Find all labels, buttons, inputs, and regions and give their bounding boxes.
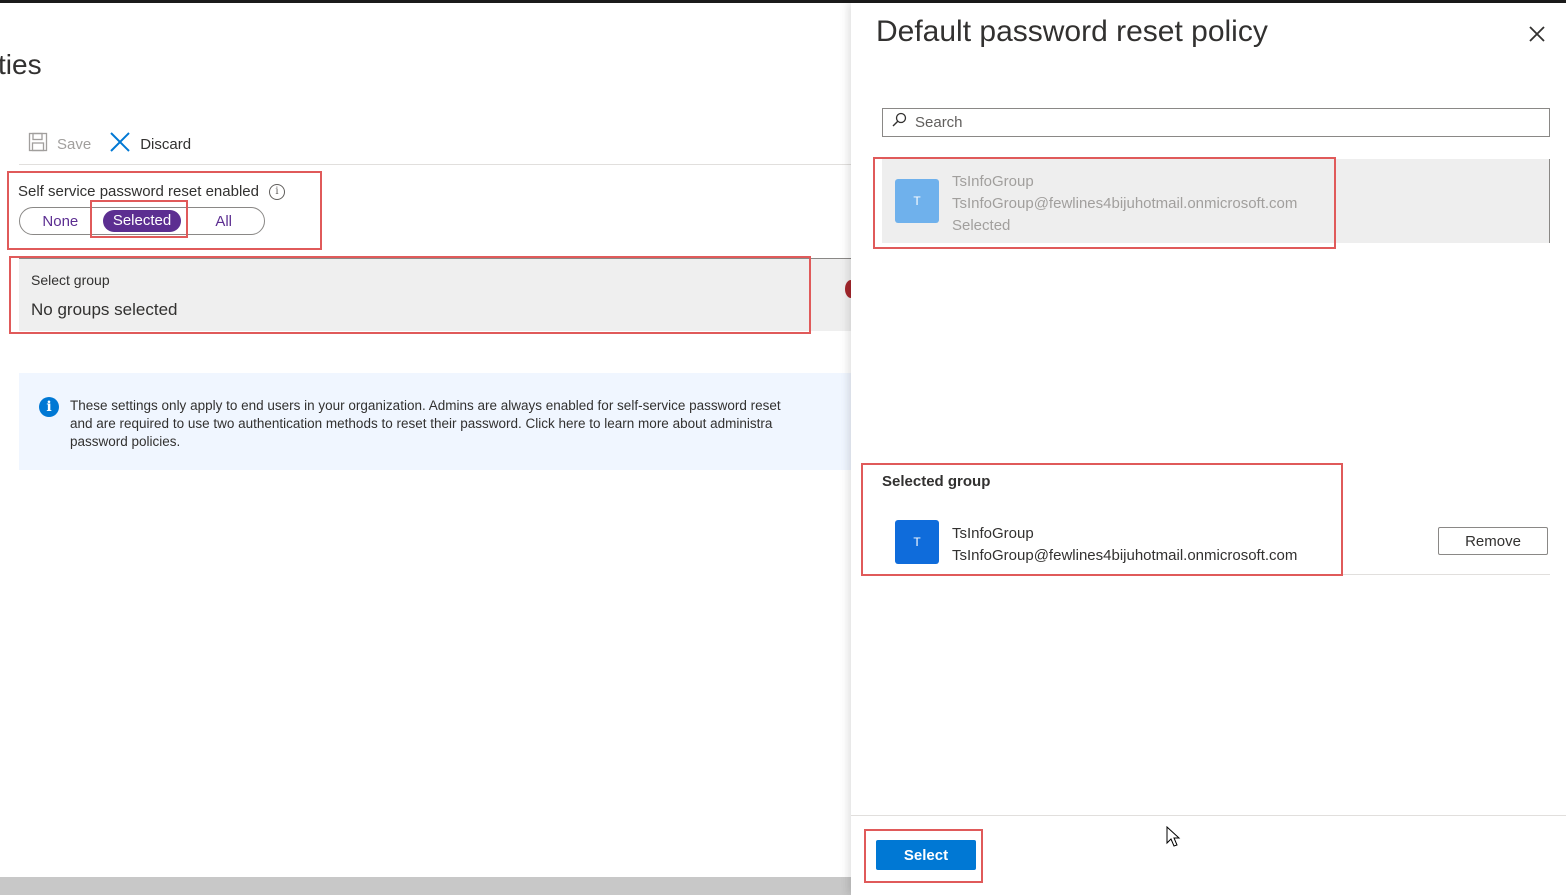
save-label: Save: [57, 135, 92, 153]
toggle-option-selected[interactable]: Selected: [102, 210, 182, 232]
panel-title: Default password reset policy: [876, 15, 1268, 48]
search-result-row[interactable]: T TsInfoGroup TsInfoGroup@fewlines4bijuh…: [882, 159, 1550, 243]
info-banner[interactable]: i These settings only apply to end users…: [19, 373, 851, 470]
select-group-value: No groups selected: [31, 300, 178, 319]
selected-email: TsInfoGroup@fewlines4bijuhotmail.onmicro…: [952, 547, 1298, 564]
info-line-1: These settings only apply to end users i…: [70, 398, 781, 413]
close-icon: [1529, 26, 1545, 42]
sspr-label-text: Self service password reset enabled: [18, 183, 259, 200]
selected-group-row: T TsInfoGroup TsInfoGroup@fewlines4bijuh…: [882, 511, 1550, 575]
result-status: Selected: [952, 217, 1011, 234]
search-input[interactable]: [913, 113, 1517, 132]
close-icon: [109, 131, 131, 157]
page-title: ties: [0, 49, 42, 80]
properties-blade: ties Save Discard Self service password …: [0, 3, 851, 895]
search-result-details: TsInfoGroup TsInfoGroup@fewlines4bijuhot…: [952, 171, 1297, 237]
mouse-cursor-icon: [1166, 825, 1182, 853]
info-icon: i: [39, 397, 59, 417]
select-group-field[interactable]: Select group No groups selected: [19, 258, 851, 331]
search-icon: [891, 112, 907, 133]
info-line-3: password policies.: [70, 434, 181, 449]
select-button[interactable]: Select: [876, 840, 976, 870]
close-panel-button[interactable]: [1526, 23, 1548, 45]
footer-divider: [851, 815, 1566, 816]
result-email: TsInfoGroup@fewlines4bijuhotmail.onmicro…: [952, 195, 1298, 212]
select-group-label: Select group: [31, 272, 110, 288]
group-avatar: T: [895, 179, 939, 223]
toggle-option-all[interactable]: All: [183, 213, 264, 230]
toolbar-divider: [19, 164, 851, 165]
discard-button[interactable]: Discard: [109, 131, 191, 157]
search-box[interactable]: [882, 108, 1550, 137]
group-avatar: T: [895, 520, 939, 564]
sspr-label: Self service password reset enabled i: [18, 183, 285, 200]
save-button[interactable]: Save: [28, 132, 91, 156]
selected-name: TsInfoGroup: [952, 525, 1034, 542]
sspr-toggle: None Selected All: [19, 207, 265, 235]
horizontal-scrollbar[interactable]: [0, 877, 851, 895]
toolbar: Save Discard: [28, 131, 191, 157]
info-banner-text: These settings only apply to end users i…: [70, 397, 851, 451]
info-icon[interactable]: i: [268, 183, 285, 200]
selected-group-details: TsInfoGroup TsInfoGroup@fewlines4bijuhot…: [952, 523, 1297, 567]
password-reset-policy-panel: Default password reset policy T TsInfoGr…: [851, 3, 1566, 895]
selected-group-heading: Selected group: [882, 473, 991, 490]
save-icon: [28, 132, 48, 156]
info-line-2: and are required to use two authenticati…: [70, 416, 773, 431]
result-name: TsInfoGroup: [952, 173, 1034, 190]
toggle-option-none[interactable]: None: [20, 213, 101, 230]
remove-button[interactable]: Remove: [1438, 527, 1548, 555]
discard-label: Discard: [140, 135, 192, 153]
